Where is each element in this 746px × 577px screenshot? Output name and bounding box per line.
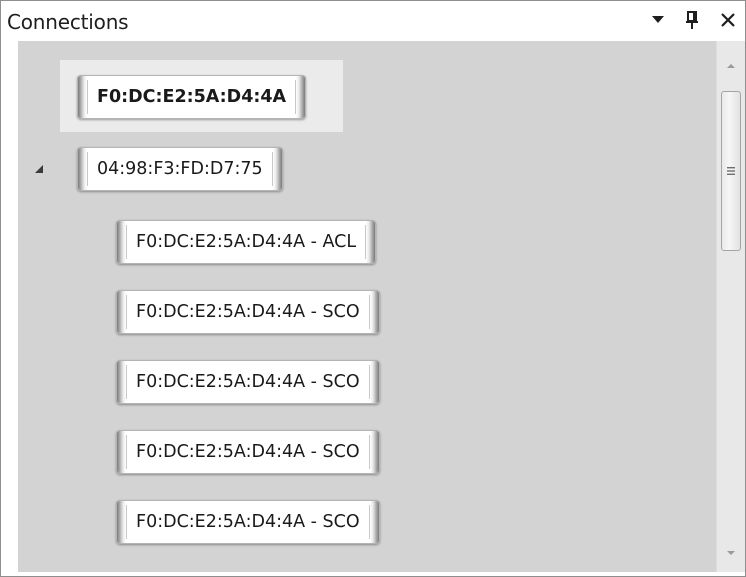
expander-icon[interactable] [32,162,46,176]
connections-tree[interactable]: F0:DC:E2:5A:D4:4A 04:98:F3:FD:D7:75 F0:D… [18,41,716,572]
grip-icon [727,167,735,175]
tree-node-label: 04:98:F3:FD:D7:75 [97,159,263,179]
close-icon [721,13,735,27]
scroll-up-button[interactable] [717,51,745,81]
tree-row[interactable]: 04:98:F3:FD:D7:75 [18,133,716,205]
connections-panel: Connections F0:DC:E2:5A:D4:4A 04:98:F3:F… [0,0,746,577]
node-label-box: F0:DC:E2:5A:D4:4A - SCO [126,295,370,329]
tree-row[interactable]: F0:DC:E2:5A:D4:4A - SCO [18,487,716,559]
panel-pin-button[interactable] [681,7,703,33]
node-label-box: F0:DC:E2:5A:D4:4A - SCO [126,435,370,469]
tree-node-label: F0:DC:E2:5A:D4:4A - SCO [136,512,360,532]
panel-titlebar: Connections [1,1,745,41]
scroll-up-arrow-icon [727,64,735,68]
pin-icon [686,11,698,29]
node-label-box: 04:98:F3:FD:D7:75 [87,152,273,186]
expanded-triangle-icon [35,165,43,173]
tree-node[interactable]: F0:DC:E2:5A:D4:4A [77,75,307,119]
tree-node[interactable]: 04:98:F3:FD:D7:75 [77,147,283,191]
tree-node[interactable]: F0:DC:E2:5A:D4:4A - ACL [116,220,377,264]
node-label-box: F0:DC:E2:5A:D4:4A [87,80,297,114]
scroll-down-button[interactable] [717,538,745,568]
tree-node-label: F0:DC:E2:5A:D4:4A - SCO [136,302,360,322]
tree-row[interactable]: F0:DC:E2:5A:D4:4A - ACL [18,207,716,279]
panel-close-button[interactable] [717,7,739,33]
tree-node-label: F0:DC:E2:5A:D4:4A [97,87,287,107]
triangle-down-icon [652,16,664,23]
node-label-box: F0:DC:E2:5A:D4:4A - SCO [126,365,370,399]
panel-menu-button[interactable] [647,7,669,33]
node-label-box: F0:DC:E2:5A:D4:4A - ACL [126,225,367,259]
tree-node-label: F0:DC:E2:5A:D4:4A - SCO [136,442,360,462]
tree-node-label: F0:DC:E2:5A:D4:4A - SCO [136,372,360,392]
tree-row[interactable]: F0:DC:E2:5A:D4:4A - SCO [18,277,716,349]
tree-node[interactable]: F0:DC:E2:5A:D4:4A - SCO [116,360,380,404]
tree-node[interactable]: F0:DC:E2:5A:D4:4A - SCO [116,430,380,474]
tree-row[interactable]: F0:DC:E2:5A:D4:4A - SCO [18,347,716,419]
node-label-box: F0:DC:E2:5A:D4:4A - SCO [126,505,370,539]
tree-node[interactable]: F0:DC:E2:5A:D4:4A - SCO [116,290,380,334]
panel-title: Connections [7,10,129,34]
tree-row[interactable]: F0:DC:E2:5A:D4:4A - SCO [18,417,716,489]
tree-row-selected[interactable]: F0:DC:E2:5A:D4:4A [60,60,343,132]
vertical-scrollbar[interactable] [716,41,745,572]
scroll-down-arrow-icon [727,551,735,555]
tree-node-label: F0:DC:E2:5A:D4:4A - ACL [136,232,357,252]
scroll-thumb[interactable] [721,91,741,251]
tree-node[interactable]: F0:DC:E2:5A:D4:4A - SCO [116,500,380,544]
